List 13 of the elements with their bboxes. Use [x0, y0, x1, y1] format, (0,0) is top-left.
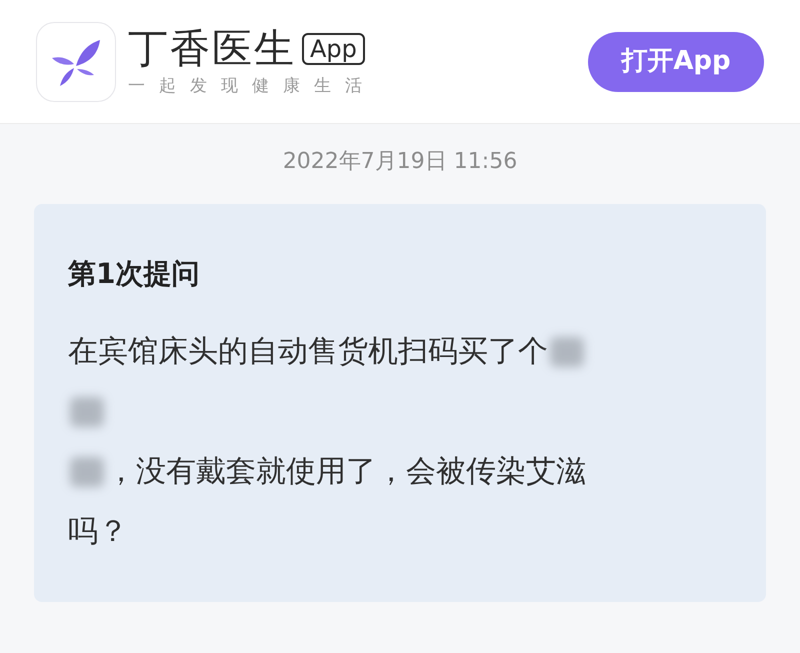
blurred-text — [70, 397, 104, 427]
question-title: 第1次提问 — [68, 256, 200, 292]
butterfly-logo-icon — [36, 22, 116, 102]
open-app-button[interactable]: 打开App — [588, 32, 764, 92]
question-text: 在宾馆床头的自动售货机扫码买了个 — [68, 333, 548, 371]
question-text: 吗？ — [68, 513, 128, 551]
timestamp: 2022年7月19日 11:56 — [282, 148, 518, 176]
question-text: ，没有戴套就使用了，会被传染艾滋 — [106, 453, 586, 491]
app-badge: App — [302, 32, 365, 64]
brand-name: 丁香医生 — [128, 26, 296, 70]
blurred-text — [550, 337, 584, 367]
tagline: 一起发现健康生活 — [128, 74, 376, 96]
blurred-text — [70, 457, 104, 487]
